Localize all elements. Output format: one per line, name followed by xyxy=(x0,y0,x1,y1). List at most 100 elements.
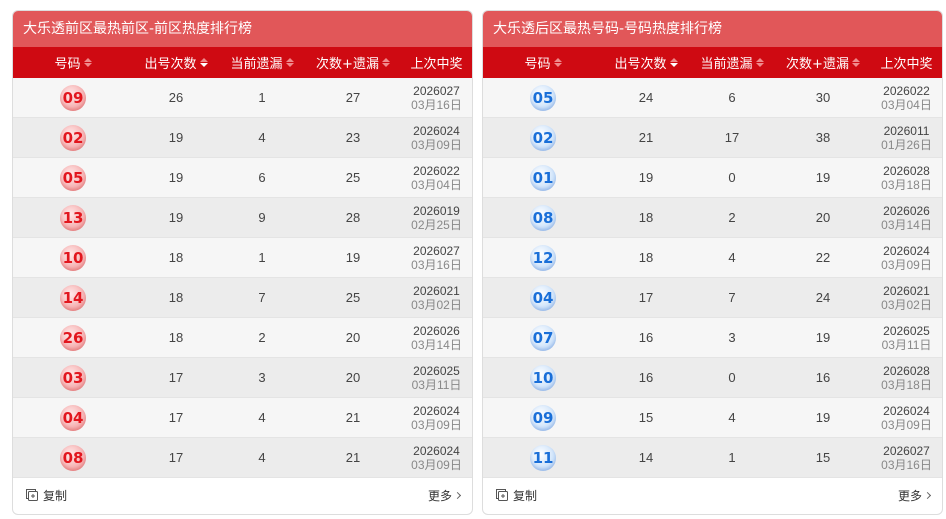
header-count[interactable]: 出号次数 xyxy=(603,53,689,72)
sort-arrows-icon xyxy=(669,58,678,67)
copy-label: 复制 xyxy=(513,488,538,503)
table-row: 02 21 17 38 2026011 01月26日 xyxy=(483,118,942,158)
table-row: 08 17 4 21 2026024 03月09日 xyxy=(13,438,472,478)
table-body: 05 24 6 30 2026022 03月04日 02 21 17 38 2026011 01月26… xyxy=(483,78,942,478)
more-link[interactable]: 更多 xyxy=(897,487,932,504)
last-draw-cell: 2026026 03月14日 xyxy=(401,324,472,352)
number-ball: 07 xyxy=(530,324,556,351)
count-cell: 16 xyxy=(638,330,654,345)
number-ball: 12 xyxy=(530,244,556,271)
table-row: 03 17 3 20 2026025 03月11日 xyxy=(13,358,472,398)
more-label: 更多 xyxy=(897,488,922,503)
miss-cell: 4 xyxy=(728,410,736,425)
last-draw-cell: 2026024 03月09日 xyxy=(871,244,942,272)
issue-number: 2026019 xyxy=(413,203,460,218)
issue-number: 2026028 xyxy=(883,163,930,178)
last-draw-cell: 2026024 03月09日 xyxy=(871,404,942,432)
panel-title: 大乐透前区最热前区-前区热度排行榜 xyxy=(13,11,472,47)
count-cell: 21 xyxy=(638,130,654,145)
count-cell: 18 xyxy=(638,210,654,225)
last-draw-cell: 2026019 02月25日 xyxy=(401,204,472,232)
sum-cell: 16 xyxy=(815,370,831,385)
last-draw-cell: 2026024 03月09日 xyxy=(401,124,472,152)
header-sum[interactable]: 次数+遗漏 xyxy=(775,53,871,72)
miss-cell: 7 xyxy=(258,290,266,305)
header-miss[interactable]: 当前遗漏 xyxy=(689,53,775,72)
number-ball: 14 xyxy=(60,284,86,311)
number-ball: 09 xyxy=(530,404,556,431)
sort-arrows-icon xyxy=(381,58,390,67)
count-cell: 26 xyxy=(168,90,184,105)
miss-cell: 1 xyxy=(728,450,736,465)
header-number[interactable]: 号码 xyxy=(13,53,133,72)
sort-arrows-icon xyxy=(83,58,92,67)
front-zone-panel: 大乐透前区最热前区-前区热度排行榜 号码 出号次数 当前遗漏 次数+遗漏 上次中… xyxy=(12,10,473,515)
number-ball: 13 xyxy=(60,204,86,231)
last-draw-cell: 2026025 03月11日 xyxy=(871,324,942,352)
miss-cell: 0 xyxy=(728,370,736,385)
draw-date: 03月02日 xyxy=(881,297,932,312)
draw-date: 03月09日 xyxy=(411,457,462,472)
table-row: 14 18 7 25 2026021 03月02日 xyxy=(13,278,472,318)
sum-cell: 21 xyxy=(345,410,361,425)
table-row: 10 18 1 19 2026027 03月16日 xyxy=(13,238,472,278)
table-row: 08 18 2 20 2026026 03月14日 xyxy=(483,198,942,238)
issue-number: 2026024 xyxy=(413,123,460,138)
table-row: 26 18 2 20 2026026 03月14日 xyxy=(13,318,472,358)
miss-cell: 4 xyxy=(258,130,266,145)
ball-cell: 01 xyxy=(483,164,603,191)
sum-cell: 19 xyxy=(815,170,831,185)
table-header: 号码 出号次数 当前遗漏 次数+遗漏 上次中奖 xyxy=(13,47,472,78)
miss-cell: 2 xyxy=(728,210,736,225)
miss-cell: 2 xyxy=(258,330,266,345)
header-number[interactable]: 号码 xyxy=(483,53,603,72)
number-ball: 10 xyxy=(530,364,556,391)
draw-date: 03月16日 xyxy=(881,457,932,472)
number-ball: 04 xyxy=(530,284,556,311)
table-row: 07 16 3 19 2026025 03月11日 xyxy=(483,318,942,358)
count-cell: 17 xyxy=(168,450,184,465)
ball-cell: 05 xyxy=(13,164,133,191)
number-ball: 08 xyxy=(530,204,556,231)
miss-cell: 4 xyxy=(258,450,266,465)
ball-cell: 08 xyxy=(13,444,133,471)
count-cell: 16 xyxy=(638,370,654,385)
table-row: 05 24 6 30 2026022 03月04日 xyxy=(483,78,942,118)
draw-date: 03月14日 xyxy=(411,337,462,352)
ball-cell: 10 xyxy=(13,244,133,271)
more-link[interactable]: 更多 xyxy=(428,487,462,504)
number-ball: 11 xyxy=(530,444,556,471)
last-draw-cell: 2026024 03月09日 xyxy=(401,444,472,472)
draw-date: 03月04日 xyxy=(881,97,932,112)
number-ball: 10 xyxy=(60,244,86,271)
table-row: 01 19 0 19 2026028 03月18日 xyxy=(483,158,942,198)
copy-button[interactable]: 复制 xyxy=(495,487,537,504)
ball-cell: 04 xyxy=(483,284,603,311)
chevron-right-icon xyxy=(453,491,462,499)
sum-cell: 21 xyxy=(345,450,361,465)
copy-button[interactable]: 复制 xyxy=(25,487,67,504)
draw-date: 03月18日 xyxy=(881,377,932,392)
header-count[interactable]: 出号次数 xyxy=(133,53,219,72)
draw-date: 03月11日 xyxy=(411,377,462,392)
ball-cell: 11 xyxy=(483,444,603,471)
copy-label: 复制 xyxy=(43,488,68,503)
ball-cell: 10 xyxy=(483,364,603,391)
issue-number: 2026024 xyxy=(413,443,460,458)
miss-cell: 7 xyxy=(728,290,736,305)
ball-cell: 02 xyxy=(483,124,603,151)
last-draw-cell: 2026025 03月11日 xyxy=(401,364,472,392)
header-miss[interactable]: 当前遗漏 xyxy=(219,53,305,72)
sort-arrows-icon xyxy=(285,58,294,67)
header-sum[interactable]: 次数+遗漏 xyxy=(305,53,401,72)
copy-icon xyxy=(496,489,508,501)
last-draw-cell: 2026026 03月14日 xyxy=(871,204,942,232)
draw-date: 03月16日 xyxy=(411,257,462,272)
table-row: 10 16 0 16 2026028 03月18日 xyxy=(483,358,942,398)
ball-cell: 12 xyxy=(483,244,603,271)
number-ball: 26 xyxy=(60,324,86,351)
issue-number: 2026021 xyxy=(413,283,460,298)
last-draw-cell: 2026027 03月16日 xyxy=(871,444,942,472)
ball-cell: 05 xyxy=(483,84,603,111)
miss-cell: 6 xyxy=(728,90,736,105)
